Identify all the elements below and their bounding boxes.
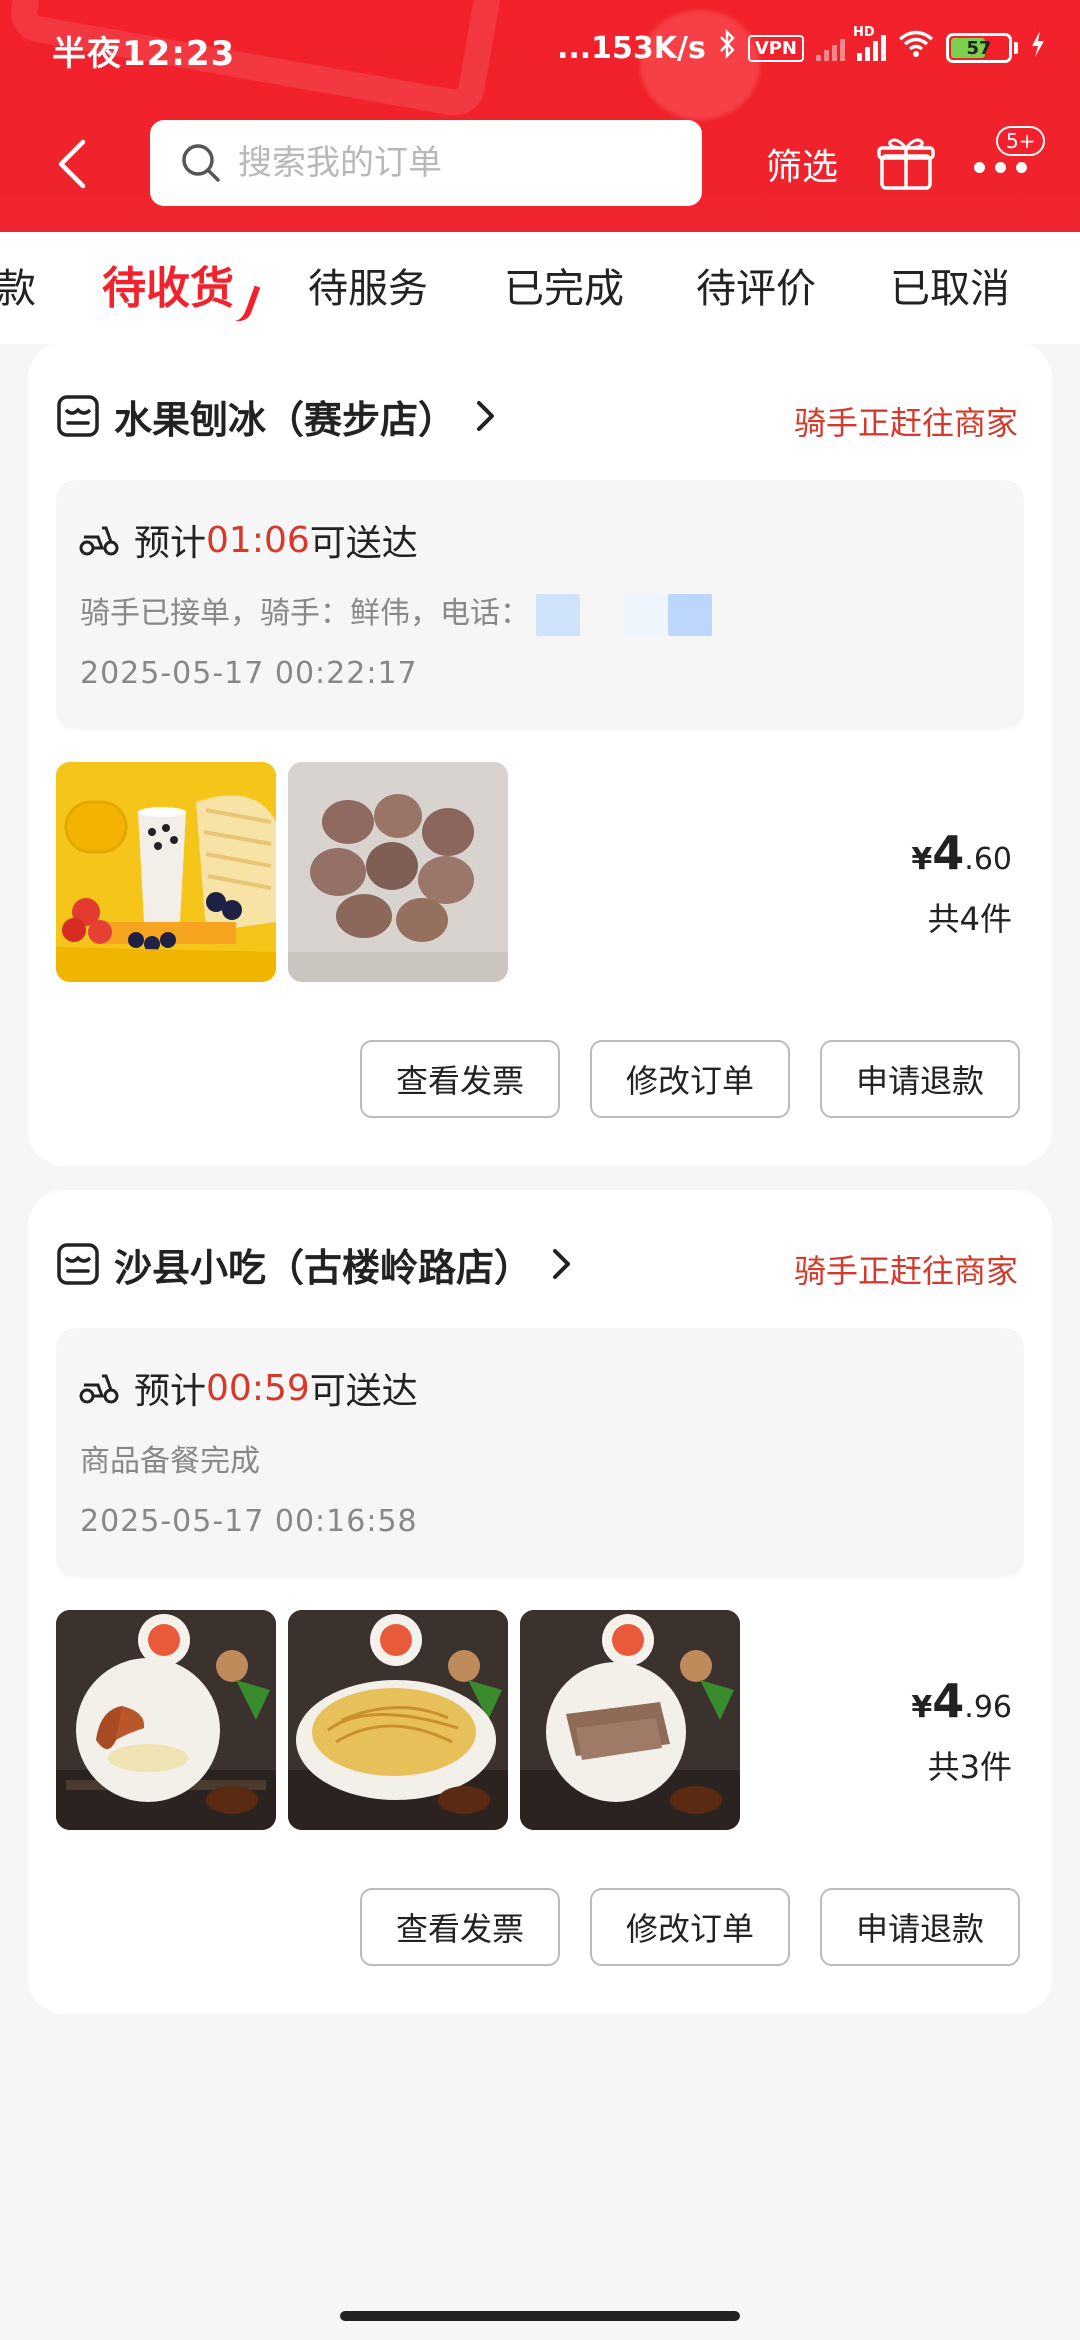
hd-label: HD (853, 25, 875, 40)
back-icon (58, 139, 86, 189)
view-invoice-button[interactable]: 查看发票 (360, 1888, 560, 1966)
tab-refund[interactable]: 款 (0, 256, 36, 314)
search-box[interactable] (150, 120, 702, 206)
order-actions: 查看发票 修改订单 申请退款 (360, 1040, 1020, 1118)
delivery-info[interactable]: 预计 01:06 可送达 骑手已接单，骑手：鲜伟，电话： 2025-05-17 00… (56, 480, 1024, 730)
scooter-icon (79, 526, 119, 556)
delivery-note: 商品备餐完成 (80, 1444, 260, 1479)
battery-level: 57 (966, 37, 992, 59)
product-image[interactable] (288, 762, 508, 982)
home-indicator[interactable] (340, 2311, 740, 2321)
more-icon (974, 162, 1027, 173)
shop-name: 水果刨冰（赛步店） (114, 397, 457, 442)
eta-prefix: 预计 (134, 523, 207, 564)
order-card[interactable]: 沙县小吃（古楼岭路店） 骑手正赶往商家 预计 00:59 可送达 商品备餐完成 20… (28, 1190, 1052, 2014)
price-integer: 4 (932, 1674, 965, 1728)
vpn-icon: VPN (747, 34, 804, 62)
shop-link[interactable]: 水果刨冰（赛步店） (56, 386, 498, 446)
eta-row: 预计 01:06 可送达 (78, 514, 418, 566)
redacted-phone (624, 593, 668, 636)
signal-sim1-icon (816, 35, 845, 61)
shop-icon (57, 395, 99, 437)
order-actions: 查看发票 修改订单 申请退款 (360, 1888, 1020, 1966)
product-image[interactable] (56, 1610, 276, 1830)
eta-row: 预计 00:59 可送达 (78, 1362, 418, 1414)
product-image[interactable] (520, 1610, 740, 1830)
price-block: ¥4.60 共4件 (911, 826, 1012, 940)
currency-symbol: ¥ (911, 1690, 933, 1725)
more-button[interactable]: 5+ (966, 126, 1056, 200)
charging-icon (1030, 30, 1046, 66)
search-icon (182, 144, 220, 182)
bluetooth-icon (718, 29, 736, 67)
shop-link[interactable]: 沙县小吃（古楼岭路店） (56, 1234, 574, 1294)
tab-pending-service[interactable]: 待服务 (308, 256, 428, 314)
chevron-right-icon (477, 401, 495, 431)
product-image[interactable] (56, 762, 276, 982)
currency-symbol: ¥ (911, 842, 933, 877)
tab-cancelled[interactable]: 已取消 (890, 256, 1010, 314)
notification-badge: 5+ (996, 126, 1046, 156)
tab-completed[interactable]: 已完成 (504, 256, 624, 314)
shop-icon (57, 1243, 99, 1285)
header: 半夜12:23 ...153K/s VPN HD 57 搜索我的订单 筛选 5+ (0, 0, 1080, 232)
price-decimal: .60 (964, 842, 1012, 877)
scooter-icon (79, 1374, 119, 1404)
battery-icon: 57 (946, 33, 1012, 63)
delivery-note: 骑手已接单，骑手：鲜伟，电话： (80, 588, 712, 636)
net-speed: ...153K/s (556, 30, 706, 66)
modify-order-button[interactable]: 修改订单 (590, 1040, 790, 1118)
filter-button[interactable]: 筛选 (766, 138, 838, 190)
eta-time: 01:06 (206, 519, 310, 561)
order-status: 骑手正赶往商家 (793, 1252, 1018, 1290)
signal-sim2-icon: HD (853, 25, 886, 61)
eta-suffix: 可送达 (309, 523, 418, 564)
product-thumbnails[interactable] (56, 762, 508, 982)
chevron-right-icon (553, 1249, 571, 1279)
item-count: 共3件 (927, 1748, 1012, 1786)
order-card[interactable]: 水果刨冰（赛步店） 骑手正赶往商家 预计 01:06 可送达 骑手已接单，骑手：鲜伟… (28, 342, 1052, 1166)
status-bar: 半夜12:23 ...153K/s VPN HD 57 (0, 0, 1080, 96)
back-button[interactable] (48, 132, 96, 196)
active-tab-indicator (233, 282, 261, 326)
order-price: ¥4.60 (911, 826, 1012, 880)
status-time: 半夜12:23 (52, 34, 236, 74)
redacted-phone (536, 593, 580, 636)
price-integer: 4 (932, 826, 965, 880)
order-tabs: 款 待收货 待服务 已完成 待评价 已取消 (0, 232, 1080, 344)
modify-order-button[interactable]: 修改订单 (590, 1888, 790, 1966)
product-image[interactable] (288, 1610, 508, 1830)
battery-cap (1014, 42, 1018, 54)
order-price: ¥4.96 (911, 1674, 1012, 1728)
status-icons: ...153K/s VPN HD 57 (556, 25, 1046, 70)
price-decimal: .96 (964, 1690, 1012, 1725)
view-invoice-button[interactable]: 查看发票 (360, 1040, 560, 1118)
request-refund-button[interactable]: 申请退款 (820, 1040, 1020, 1118)
delivery-info[interactable]: 预计 00:59 可送达 商品备餐完成 2025-05-17 00:16:58 (56, 1328, 1024, 1578)
tab-pending-receipt[interactable]: 待收货 (102, 252, 234, 316)
eta-time: 00:59 (206, 1367, 310, 1409)
price-block: ¥4.96 共3件 (911, 1674, 1012, 1788)
item-count: 共4件 (927, 900, 1012, 938)
request-refund-button[interactable]: 申请退款 (820, 1888, 1020, 1966)
eta-prefix: 预计 (134, 1371, 207, 1412)
order-timestamp: 2025-05-17 00:16:58 (80, 1504, 418, 1539)
search-input[interactable] (238, 143, 678, 183)
gift-button[interactable] (876, 134, 936, 192)
redacted-phone (668, 593, 712, 636)
wifi-icon (898, 30, 934, 66)
order-status: 骑手正赶往商家 (793, 404, 1018, 442)
product-thumbnails[interactable] (56, 1610, 740, 1830)
order-timestamp: 2025-05-17 00:22:17 (80, 656, 418, 691)
tab-pending-review[interactable]: 待评价 (696, 256, 816, 314)
eta-suffix: 可送达 (309, 1371, 418, 1412)
rider-info: 骑手已接单，骑手：鲜伟，电话： (80, 596, 530, 631)
shop-name: 沙县小吃（古楼岭路店） (114, 1245, 533, 1290)
gift-icon (877, 138, 935, 190)
